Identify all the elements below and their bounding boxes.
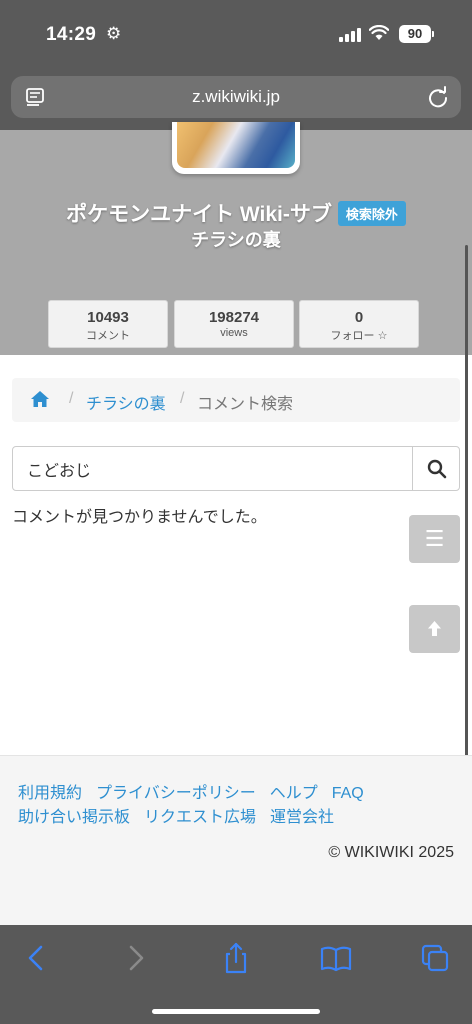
site-footer: 利用規約 プライバシーポリシー ヘルプ FAQ 助け合い掲示板 リクエスト広場 運営会社 ©… <box>0 755 472 925</box>
arrow-up-icon <box>428 621 441 636</box>
footer-link-terms[interactable]: 利用規約 <box>18 782 82 806</box>
back-icon[interactable] <box>16 941 56 975</box>
stat-views[interactable]: 198274 views <box>174 300 294 348</box>
no-results-message: コメントが見つかりませんでした。 <box>12 509 267 526</box>
stat-label: views <box>220 327 248 339</box>
stat-follow[interactable]: 0 フォロー ☆ <box>299 300 419 348</box>
stat-value: 10493 <box>87 309 129 326</box>
status-time: 14:29 <box>46 24 97 45</box>
site-logo[interactable] <box>172 122 300 174</box>
stat-label: コメント <box>86 330 130 342</box>
signal-icon <box>339 28 361 42</box>
url-text[interactable]: z.wikiwiki.jp <box>11 87 461 107</box>
footer-link-request[interactable]: リクエスト広場 <box>144 806 256 830</box>
breadcrumb: / チラシの裏 / コメント検索 <box>12 378 460 422</box>
share-icon[interactable] <box>216 941 256 975</box>
footer-link-company[interactable]: 運営会社 <box>270 806 334 830</box>
stats-row: 10493 コメント 198274 views 0 フォロー ☆ <box>48 300 420 348</box>
address-bar[interactable]: z.wikiwiki.jp <box>11 76 461 118</box>
home-indicator <box>152 1009 320 1014</box>
footer-link-privacy[interactable]: プライバシーポリシー <box>96 782 256 806</box>
page-subtitle: チラシの裏 <box>191 230 281 250</box>
bookmarks-icon[interactable] <box>316 941 356 975</box>
stat-value: 0 <box>354 309 364 326</box>
menu-icon: ☰ <box>424 526 445 551</box>
site-title-row: ポケモンユナイト Wiki-サブ 検索除外 <box>0 198 472 228</box>
search-input[interactable] <box>12 446 413 491</box>
search-button[interactable] <box>412 446 460 491</box>
home-icon[interactable] <box>30 390 50 408</box>
settings-icon: ⚙ <box>106 24 122 43</box>
breadcrumb-separator: / <box>180 390 185 407</box>
stat-label: フォロー ☆ <box>330 330 388 342</box>
stat-value: 198274 <box>208 309 260 326</box>
breadcrumb-current: コメント検索 <box>197 396 294 413</box>
footer-link-help[interactable]: ヘルプ <box>270 782 318 806</box>
stat-comments[interactable]: 10493 コメント <box>48 300 168 348</box>
copyright: © WIKIWIKI 2025 <box>328 844 454 861</box>
site-header: ポケモンユナイト Wiki-サブ 検索除外 チラシの裏 10493 コメント 19… <box>0 122 472 355</box>
forward-icon[interactable] <box>116 941 156 975</box>
menu-button[interactable]: ☰ <box>409 515 460 563</box>
address-bar-area: z.wikiwiki.jp <box>0 70 472 130</box>
tabs-icon[interactable] <box>416 941 456 975</box>
breadcrumb-link[interactable]: チラシの裏 <box>86 390 166 414</box>
search-icon <box>427 459 447 479</box>
status-bar: 14:29 ⚙ 90 <box>0 0 472 70</box>
scroll-top-button[interactable] <box>409 605 460 653</box>
search-exclude-badge: 検索除外 <box>337 200 406 226</box>
site-title[interactable]: ポケモンユナイト Wiki-サブ <box>66 198 332 228</box>
wifi-icon <box>369 25 389 40</box>
footer-link-forum[interactable]: 助け合い掲示板 <box>18 806 130 830</box>
battery-indicator: 90 <box>399 25 434 43</box>
reload-icon[interactable] <box>427 86 449 108</box>
footer-links: 利用規約 プライバシーポリシー ヘルプ FAQ 助け合い掲示板 リクエスト広場 運営会社 <box>18 782 458 830</box>
breadcrumb-separator: / <box>69 390 74 407</box>
footer-link-faq[interactable]: FAQ <box>332 782 364 806</box>
